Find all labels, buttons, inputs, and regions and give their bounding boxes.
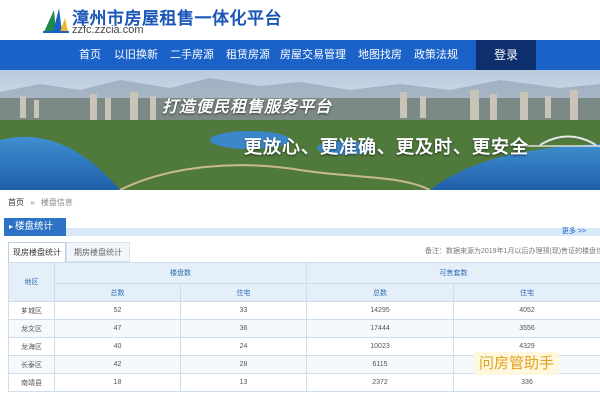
table-cell-area: 南靖县: [8, 373, 55, 392]
nav-item-second-hand[interactable]: 二手房源: [168, 40, 216, 70]
watermark-badge: 问房管助手: [474, 352, 560, 375]
table-row: 芗城区 52 33 14295 4052: [8, 301, 600, 320]
table-cell: 13: [180, 373, 307, 392]
table-cell: 28: [180, 355, 307, 374]
breadcrumb-current: 楼盘信息: [40, 198, 73, 207]
nav-item-trade-in[interactable]: 以旧换新: [112, 40, 160, 70]
page: 漳州市房屋租售一体化平台 zzfc.zzcia.com 首页 以旧换新 二手房源…: [0, 0, 600, 400]
table-cell: 36: [180, 319, 307, 338]
table-header-building-count: 楼盘数: [54, 262, 307, 284]
table-cell: 18: [54, 373, 181, 392]
table-cell: 42: [54, 355, 181, 374]
table-cell-area: 龙海区: [8, 337, 55, 356]
table-cell: 17444: [306, 319, 454, 338]
table-cell: 52: [54, 301, 181, 320]
banner-slogan-secondary: 更放心、更准确、更及时、更安全: [244, 137, 529, 157]
chevron-right-icon: ▸: [9, 222, 14, 231]
breadcrumb-home[interactable]: 首页: [8, 198, 24, 207]
section-title-label: 楼盘统计: [15, 221, 54, 232]
table-cell: 40: [54, 337, 181, 356]
table-cell: 14295: [306, 301, 454, 320]
table-row: 龙文区 47 36 17444 3556: [8, 319, 600, 338]
table-cell: 10023: [306, 337, 454, 356]
section-header-strip: [66, 228, 600, 236]
main-nav: 首页 以旧换新 二手房源 租赁房源 房屋交易管理 地图找房 政策法规 登录: [0, 40, 600, 70]
table-cell: 336: [453, 373, 600, 392]
section-header: ▸ 楼盘统计 更多 >>: [4, 218, 600, 236]
table-subheader-total: 总数: [306, 283, 454, 302]
table-header-area: 地区: [8, 262, 55, 302]
table-cell-area: 芗城区: [8, 301, 55, 320]
breadcrumb-separator: »: [30, 198, 35, 207]
banner-slogan-primary: 打造便民租售服务平台: [162, 99, 333, 116]
table-subheader-residential: 住宅: [453, 283, 600, 302]
table-cell: 6115: [306, 355, 454, 374]
nav-item-policies[interactable]: 政策法规: [412, 40, 460, 70]
site-header: 漳州市房屋租售一体化平台 zzfc.zzcia.com: [0, 0, 600, 40]
table-row: 南靖县 18 13 2372 336: [8, 373, 600, 392]
table-cell: 3556: [453, 319, 600, 338]
table-cell: 2372: [306, 373, 454, 392]
table-cell: 47: [54, 319, 181, 338]
table-cell: 24: [180, 337, 307, 356]
table-subheader-total: 总数: [54, 283, 181, 302]
tab-presale-buildings[interactable]: 期房楼盘统计: [66, 242, 130, 262]
hero-banner: 打造便民租售服务平台 更放心、更准确、更及时、更安全: [0, 70, 600, 190]
table-header-available-units: 可售套数: [306, 262, 600, 284]
logo-icon[interactable]: [42, 6, 70, 34]
section-title: ▸ 楼盘统计: [4, 218, 66, 236]
data-source-note: 备注：数据来源为2019年1月以后办理预(现)售证的楼盘信息: [425, 248, 600, 255]
table-cell: 4052: [453, 301, 600, 320]
nav-item-rental[interactable]: 租赁房源: [224, 40, 272, 70]
nav-item-home[interactable]: 首页: [72, 40, 108, 70]
table-subheader-residential: 住宅: [180, 283, 307, 302]
tab-completed-buildings[interactable]: 现房楼盘统计: [8, 242, 66, 262]
site-url: zzfc.zzcia.com: [72, 24, 144, 36]
banner-cityscape-image: [0, 70, 600, 190]
breadcrumb: 首页 » 楼盘信息: [8, 197, 73, 208]
table-cell: 33: [180, 301, 307, 320]
login-button[interactable]: 登录: [476, 40, 536, 70]
more-link[interactable]: 更多 >>: [562, 226, 586, 236]
table-cell-area: 长泰区: [8, 355, 55, 374]
nav-item-map-search[interactable]: 地图找房: [356, 40, 404, 70]
nav-item-transaction-management[interactable]: 房屋交易管理: [280, 40, 346, 70]
table-cell-area: 龙文区: [8, 319, 55, 338]
